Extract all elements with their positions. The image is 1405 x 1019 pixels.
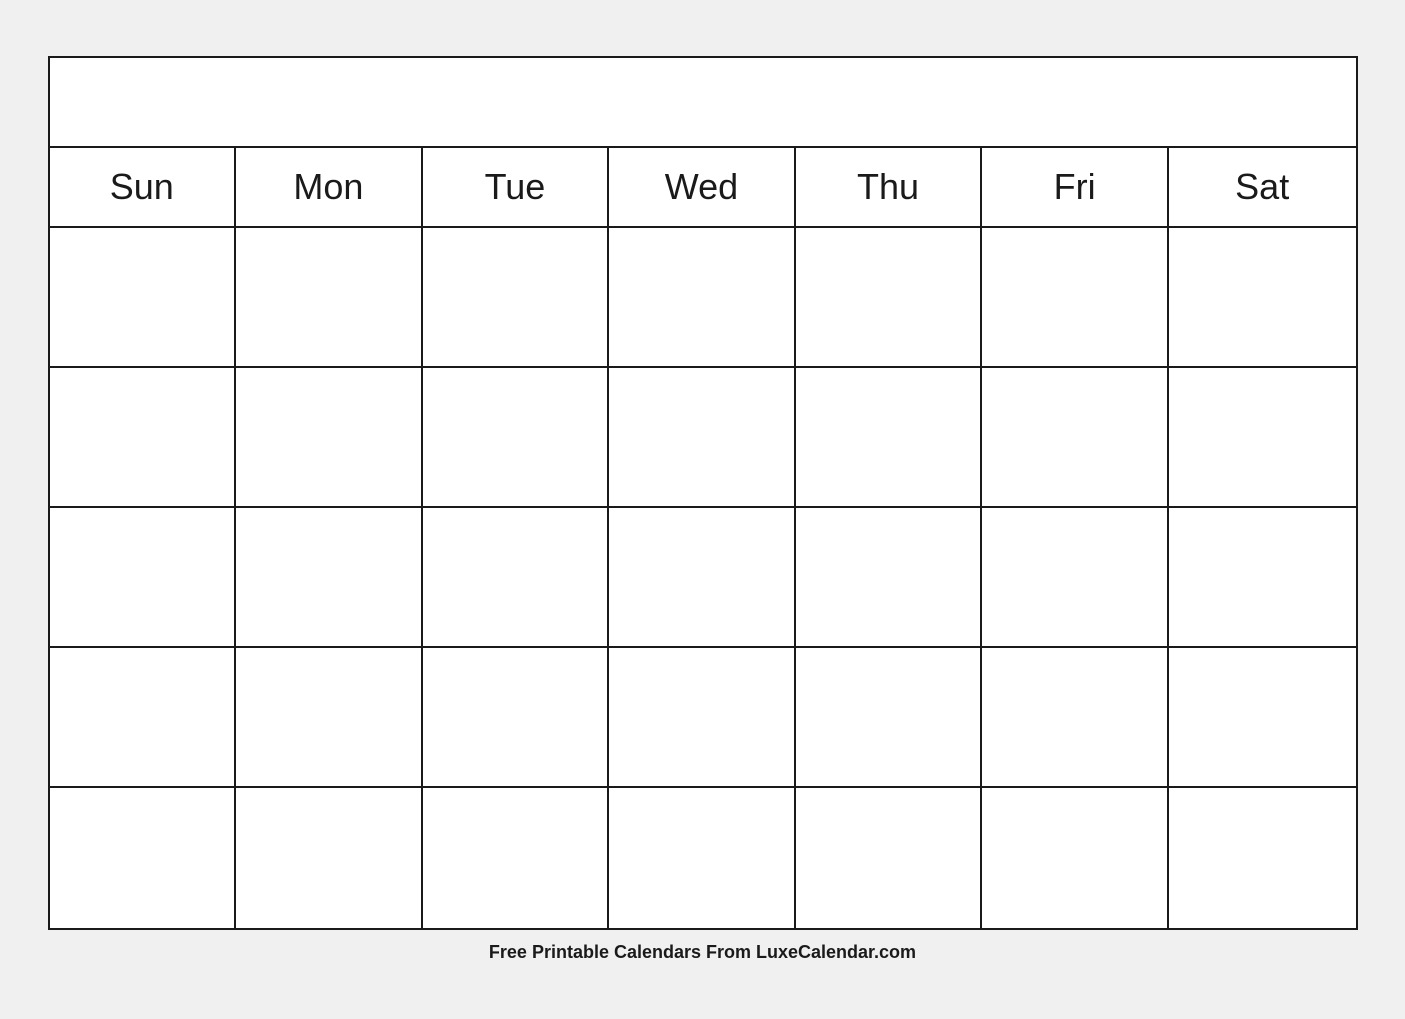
table-row (609, 648, 796, 788)
table-row (50, 368, 237, 508)
table-row (50, 648, 237, 788)
table-row (609, 228, 796, 368)
table-row (236, 788, 423, 928)
table-row (609, 368, 796, 508)
table-row (1169, 788, 1356, 928)
calendar-row-1 (50, 228, 1356, 368)
table-row (1169, 648, 1356, 788)
table-row (609, 508, 796, 648)
calendar-title-row (50, 58, 1356, 148)
table-row (423, 648, 610, 788)
calendar-row-5 (50, 788, 1356, 928)
table-row (982, 788, 1169, 928)
header-mon: Mon (236, 148, 423, 226)
table-row (50, 508, 237, 648)
table-row (796, 788, 983, 928)
footer-text: Free Printable Calendars From LuxeCalend… (489, 942, 916, 963)
table-row (236, 508, 423, 648)
table-row (423, 368, 610, 508)
table-row (423, 508, 610, 648)
table-row (236, 648, 423, 788)
table-row (796, 508, 983, 648)
header-wed: Wed (609, 148, 796, 226)
table-row (236, 228, 423, 368)
header-fri: Fri (982, 148, 1169, 226)
header-sun: Sun (50, 148, 237, 226)
table-row (50, 788, 237, 928)
calendar-row-4 (50, 648, 1356, 788)
calendar-header: Sun Mon Tue Wed Thu Fri Sat (50, 148, 1356, 228)
table-row (236, 368, 423, 508)
table-row (423, 228, 610, 368)
page-wrapper: Sun Mon Tue Wed Thu Fri Sat (0, 0, 1405, 1019)
table-row (796, 368, 983, 508)
table-row (982, 228, 1169, 368)
header-thu: Thu (796, 148, 983, 226)
header-tue: Tue (423, 148, 610, 226)
table-row (609, 788, 796, 928)
calendar-body (50, 228, 1356, 928)
table-row (982, 368, 1169, 508)
calendar-row-3 (50, 508, 1356, 648)
table-row (1169, 368, 1356, 508)
table-row (982, 508, 1169, 648)
calendar-row-2 (50, 368, 1356, 508)
table-row (1169, 228, 1356, 368)
table-row (423, 788, 610, 928)
table-row (50, 228, 237, 368)
calendar-container: Sun Mon Tue Wed Thu Fri Sat (48, 56, 1358, 930)
table-row (796, 228, 983, 368)
table-row (1169, 508, 1356, 648)
table-row (796, 648, 983, 788)
header-sat: Sat (1169, 148, 1356, 226)
table-row (982, 648, 1169, 788)
